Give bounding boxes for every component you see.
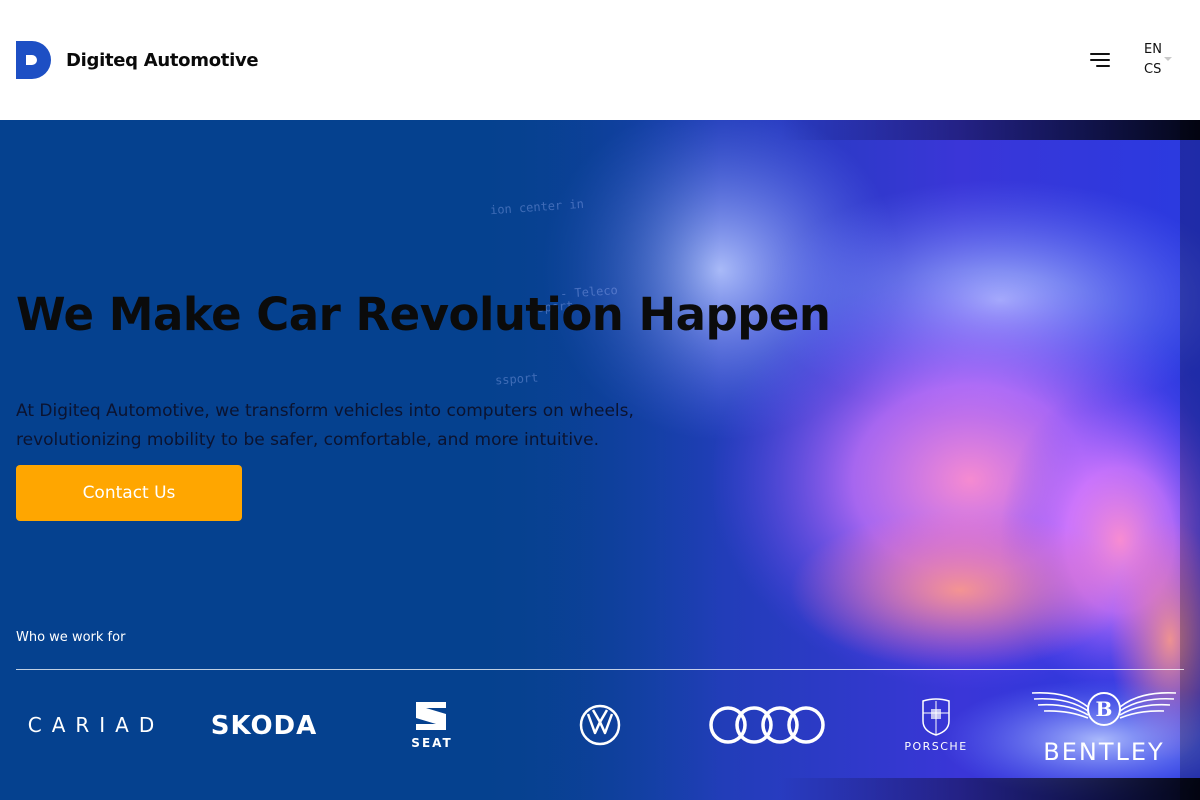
site-header: Digiteq Automotive EN CS — [0, 0, 1200, 120]
svg-text:SKODA: SKODA — [211, 711, 318, 740]
client-logo-skoda: SKODA — [180, 680, 348, 770]
seat-logo: SEAT — [411, 702, 452, 750]
language-option-en[interactable]: EN — [1144, 40, 1162, 60]
contact-us-button[interactable]: Contact Us — [16, 465, 242, 521]
client-logo-volkswagen — [516, 680, 684, 770]
client-logo-bentley: B BENTLEY — [1020, 680, 1188, 770]
site-logo[interactable]: Digiteq Automotive — [16, 41, 259, 79]
client-logo-seat: SEAT — [348, 680, 516, 770]
client-logos-row: CARIAD SKODA SEAT PORSCHE B BENTLEY — [12, 680, 1188, 770]
client-logo-porsche: PORSCHE — [852, 680, 1020, 770]
svg-text:PORSCHE: PORSCHE — [904, 740, 967, 753]
skoda-logo: SKODA — [211, 711, 318, 740]
menu-button[interactable] — [1088, 50, 1112, 70]
hero-subtext: At Digiteq Automotive, we transform vehi… — [16, 401, 634, 450]
volkswagen-logo — [579, 704, 621, 746]
digiteq-d-icon — [16, 41, 51, 79]
clients-label: Who we work for — [16, 630, 126, 645]
svg-text:BENTLEY: BENTLEY — [1043, 738, 1164, 766]
svg-text:B: B — [1096, 697, 1113, 721]
svg-text:CARIAD: CARIAD — [28, 713, 165, 737]
hero-headline: We Make Car Revolution Happen — [16, 288, 831, 341]
porsche-logo: PORSCHE — [904, 698, 967, 753]
client-logo-cariad: CARIAD — [12, 680, 180, 770]
chevron-down-icon — [1164, 57, 1172, 61]
svg-text:SEAT: SEAT — [411, 736, 452, 750]
language-option-cs[interactable]: CS — [1144, 60, 1162, 80]
clients-divider — [16, 669, 1184, 670]
hamburger-menu-icon — [1090, 53, 1110, 55]
logo-text: Digiteq Automotive — [66, 49, 259, 71]
client-logo-audi — [684, 680, 852, 770]
language-switcher[interactable]: EN CS — [1144, 40, 1162, 80]
cariad-logo: CARIAD — [28, 713, 165, 737]
bentley-logo: B BENTLEY — [1031, 691, 1177, 766]
hero-section: ion center in - Teleco ssport ssport We … — [0, 120, 1200, 800]
audi-logo — [709, 706, 825, 744]
